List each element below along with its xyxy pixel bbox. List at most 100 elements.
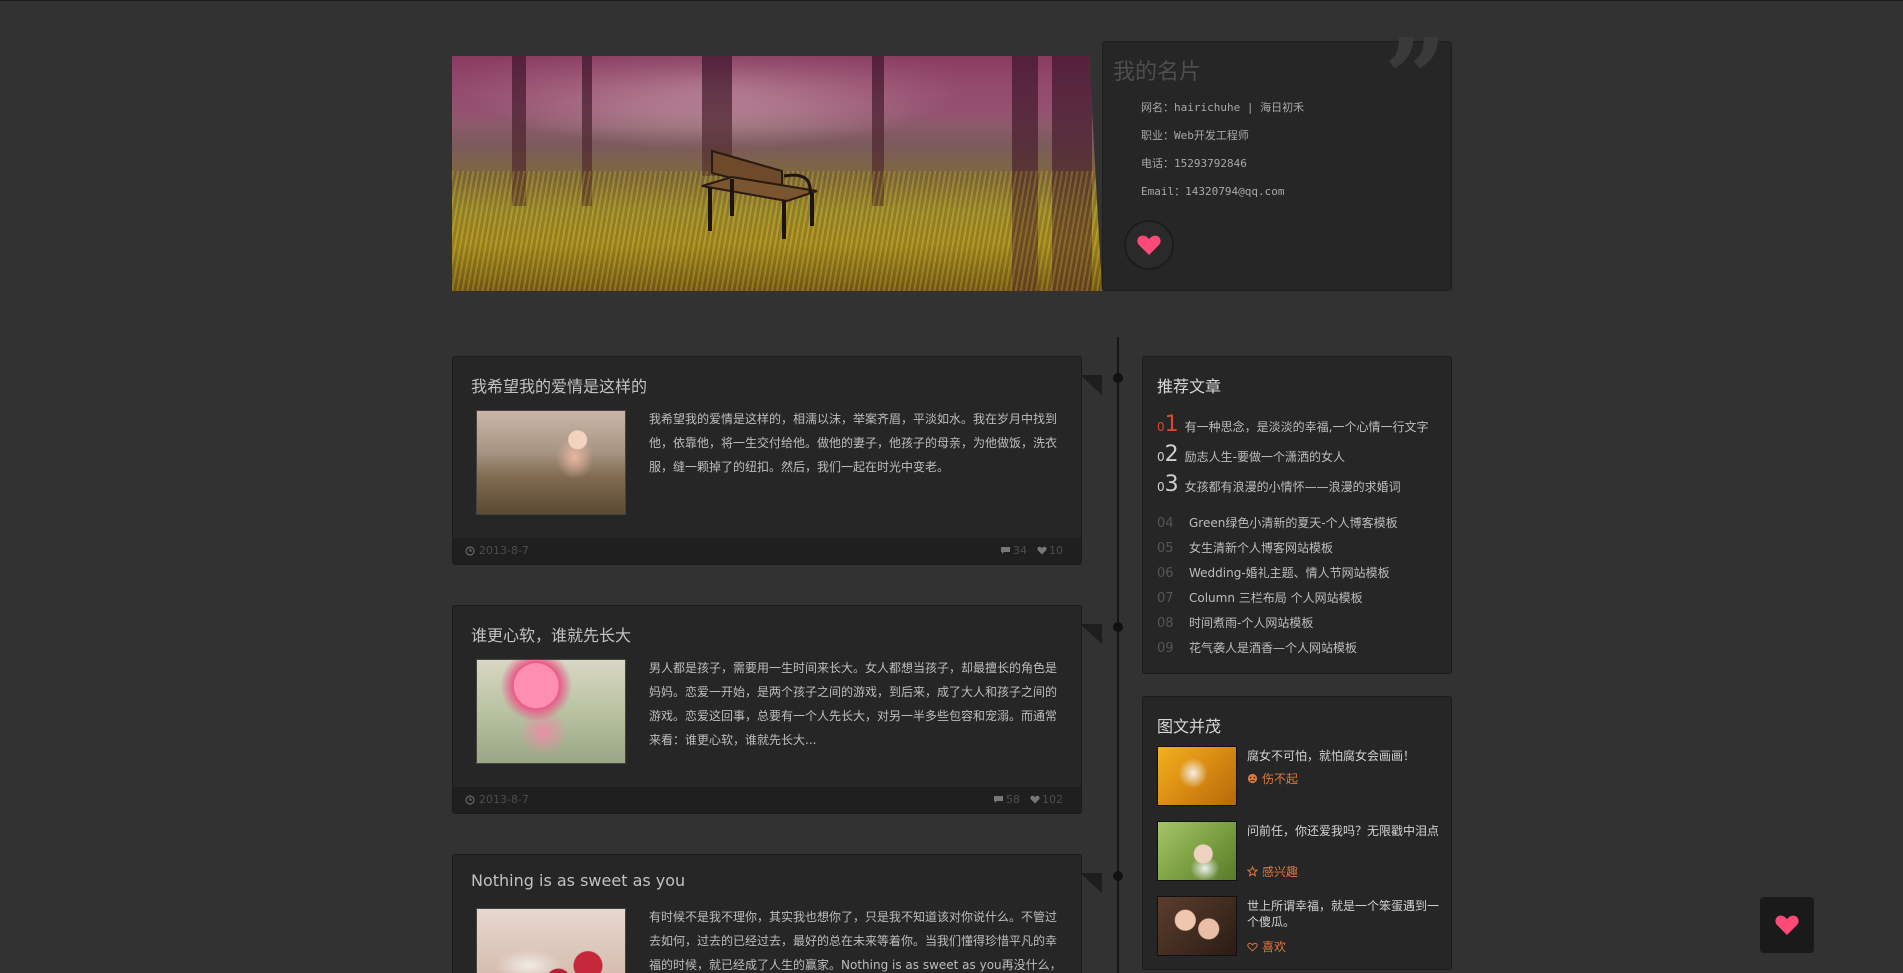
recommended-item[interactable]: 08 时间煮雨-个人网站模板 <box>1157 614 1313 631</box>
gallery-item-title[interactable]: 腐女不可怕，就怕腐女会画画！ <box>1247 748 1442 764</box>
recommended-link[interactable]: 女孩都有浪漫的小情怀——浪漫的求婚词 <box>1185 478 1401 495</box>
gallery-item[interactable]: 问前任，你还爱我吗？无限戳中泪点 感兴趣 <box>1157 821 1447 883</box>
rank-number: 05 <box>1157 541 1174 556</box>
recommended-link[interactable]: 女生清新个人博客网站模板 <box>1189 539 1333 556</box>
heart-icon <box>1030 795 1040 804</box>
rank-number: 02 <box>1157 442 1179 467</box>
rank-number: 03 <box>1157 472 1179 497</box>
post-title-link[interactable]: 我希望我的爱情是这样的 <box>471 373 647 397</box>
recommended-link[interactable]: Wedding-婚礼主题、情人节网站模板 <box>1189 564 1390 581</box>
profile-job: 职业：Web开发工程师 <box>1141 129 1249 142</box>
timeline-dot <box>1113 871 1123 881</box>
rank-number: 04 <box>1157 516 1174 531</box>
like-count[interactable]: 102 <box>1030 793 1063 806</box>
rank-number: 07 <box>1157 591 1174 606</box>
recommended-item[interactable]: 03 女孩都有浪漫的小情怀——浪漫的求婚词 <box>1157 472 1401 497</box>
post-title-link[interactable]: 谁更心软，谁就先长大 <box>471 622 631 646</box>
recommended-item[interactable]: 01 有一种思念，是淡淡的幸福,一个心情一行文字 <box>1157 412 1428 437</box>
banner-canopy <box>452 56 1102 126</box>
bench-illustration <box>701 149 818 239</box>
post-stats: 58 102 <box>993 793 1063 806</box>
recommended-link[interactable]: 有一种思念，是淡淡的幸福,一个心情一行文字 <box>1185 418 1429 435</box>
gallery-panel: 图文并茂 腐女不可怕，就怕腐女会画画！ 伤不起 问前任，你还爱我吗？无限戳中泪点… <box>1142 696 1452 970</box>
post-date-text: 2013-8-7 <box>479 544 529 557</box>
comment-icon <box>994 796 1003 803</box>
post-footer: 2013-8-7 34 10 <box>453 538 1081 564</box>
gallery-item-title[interactable]: 世上所谓幸福，就是一个笨蛋遇到一个傻瓜。 <box>1247 898 1442 930</box>
gallery-item[interactable]: 腐女不可怕，就怕腐女会画画！ 伤不起 <box>1157 746 1447 808</box>
recommended-link[interactable]: 励志人生-要做一个潇洒的女人 <box>1185 448 1345 465</box>
timeline-dot <box>1113 622 1123 632</box>
heart-icon <box>1037 546 1047 555</box>
clock-icon <box>465 794 475 805</box>
rank-number: 06 <box>1157 566 1174 581</box>
post-footer: 2013-8-7 58 102 <box>453 787 1081 813</box>
like-count-value: 10 <box>1049 544 1063 557</box>
comment-count[interactable]: 34 <box>1000 544 1027 557</box>
timeline-pointer <box>1080 624 1102 644</box>
blog-post: 谁更心软，谁就先长大 男人都是孩子，需要用一生时间来长大。女人都想当孩子，却最擅… <box>452 605 1082 814</box>
gallery-thumbnail[interactable] <box>1157 746 1237 806</box>
profile-phone: 电话：15293792846 <box>1141 157 1247 170</box>
recommended-link[interactable]: 花气袭人是酒香—个人网站模板 <box>1189 639 1357 656</box>
post-stats: 34 10 <box>1000 544 1063 557</box>
sad-face-icon <box>1247 773 1258 784</box>
post-date-text: 2013-8-7 <box>479 793 529 806</box>
timeline-pointer <box>1080 375 1102 395</box>
timeline-dot <box>1113 373 1123 383</box>
gallery-thumbnail[interactable] <box>1157 821 1237 881</box>
post-excerpt: 男人都是孩子，需要用一生时间来长大。女人都想当孩子，却最擅长的角色是妈妈。恋爱一… <box>649 661 1058 747</box>
recommended-title: 推荐文章 <box>1157 377 1222 396</box>
recommended-item[interactable]: 09 花气袭人是酒香—个人网站模板 <box>1157 639 1357 656</box>
quote-icon: ” <box>1383 14 1447 143</box>
timeline-pointer <box>1080 873 1102 893</box>
post-excerpt: 有时候不是我不理你，其实我也想你了，只是我不知道该对你说什么。不管过去如何，过去… <box>649 910 1062 972</box>
gallery-item[interactable]: 世上所谓幸福，就是一个笨蛋遇到一个傻瓜。 喜欢 <box>1157 896 1447 958</box>
gallery-item-meta-text: 感兴趣 <box>1262 865 1299 879</box>
recommended-item[interactable]: 05 女生清新个人博客网站模板 <box>1157 539 1333 556</box>
gallery-title: 图文并茂 <box>1157 717 1222 736</box>
gallery-item-meta: 伤不起 <box>1247 770 1298 787</box>
profile-email: Email：14320794@qq.com <box>1141 185 1285 198</box>
recommended-item[interactable]: 06 Wedding-婚礼主题、情人节网站模板 <box>1157 564 1390 581</box>
floating-like-button[interactable] <box>1760 897 1814 953</box>
recommended-link[interactable]: 时间煮雨-个人网站模板 <box>1189 614 1313 631</box>
gallery-item-meta: 感兴趣 <box>1247 863 1298 880</box>
like-count[interactable]: 10 <box>1037 544 1063 557</box>
post-date: 2013-8-7 <box>465 793 529 806</box>
recommended-item[interactable]: 04 Green绿色小清新的夏天-个人博客模板 <box>1157 514 1398 531</box>
profile-name: 网名：hairichuhe | 海日初禾 <box>1141 101 1305 114</box>
recommended-link[interactable]: Column 三栏布局 个人网站模板 <box>1189 589 1363 606</box>
gallery-thumbnail[interactable] <box>1157 896 1237 956</box>
rank-number: 08 <box>1157 616 1174 631</box>
post-excerpt: 我希望我的爱情是这样的，相濡以沫，举案齐眉，平淡如水。我在岁月中找到他，依靠他，… <box>649 412 1058 474</box>
clock-icon <box>465 545 475 556</box>
heart-icon <box>1137 235 1161 255</box>
like-button[interactable] <box>1124 220 1174 270</box>
post-title-link[interactable]: Nothing is as sweet as you <box>471 871 685 890</box>
rank-number: 09 <box>1157 641 1174 656</box>
recommended-link[interactable]: Green绿色小清新的夏天-个人博客模板 <box>1189 514 1398 531</box>
star-icon <box>1247 866 1258 877</box>
header-banner-image <box>452 56 1102 291</box>
gallery-item-meta: 喜欢 <box>1247 938 1286 955</box>
post-thumbnail[interactable] <box>476 659 626 764</box>
rank-number: 01 <box>1157 412 1179 437</box>
gallery-item-title[interactable]: 问前任，你还爱我吗？无限戳中泪点 <box>1247 823 1442 839</box>
like-count-value: 102 <box>1042 793 1063 806</box>
heart-icon <box>1775 915 1799 935</box>
gallery-item-meta-text: 喜欢 <box>1262 940 1287 954</box>
profile-card-title: 我的名片 <box>1113 60 1202 85</box>
recommended-item[interactable]: 02 励志人生-要做一个潇洒的女人 <box>1157 442 1345 467</box>
top-border <box>0 0 1903 1</box>
gallery-item-meta-text: 伤不起 <box>1262 772 1299 786</box>
blog-post: Nothing is as sweet as you 有时候不是我不理你，其实我… <box>452 854 1082 973</box>
post-thumbnail[interactable] <box>476 908 626 973</box>
post-thumbnail[interactable] <box>476 410 626 515</box>
comment-count-value: 34 <box>1013 544 1027 557</box>
comment-count-value: 58 <box>1006 793 1020 806</box>
comment-count[interactable]: 58 <box>993 793 1020 806</box>
comment-icon <box>1001 547 1010 554</box>
heart-outline-icon <box>1247 942 1258 952</box>
recommended-item[interactable]: 07 Column 三栏布局 个人网站模板 <box>1157 589 1363 606</box>
